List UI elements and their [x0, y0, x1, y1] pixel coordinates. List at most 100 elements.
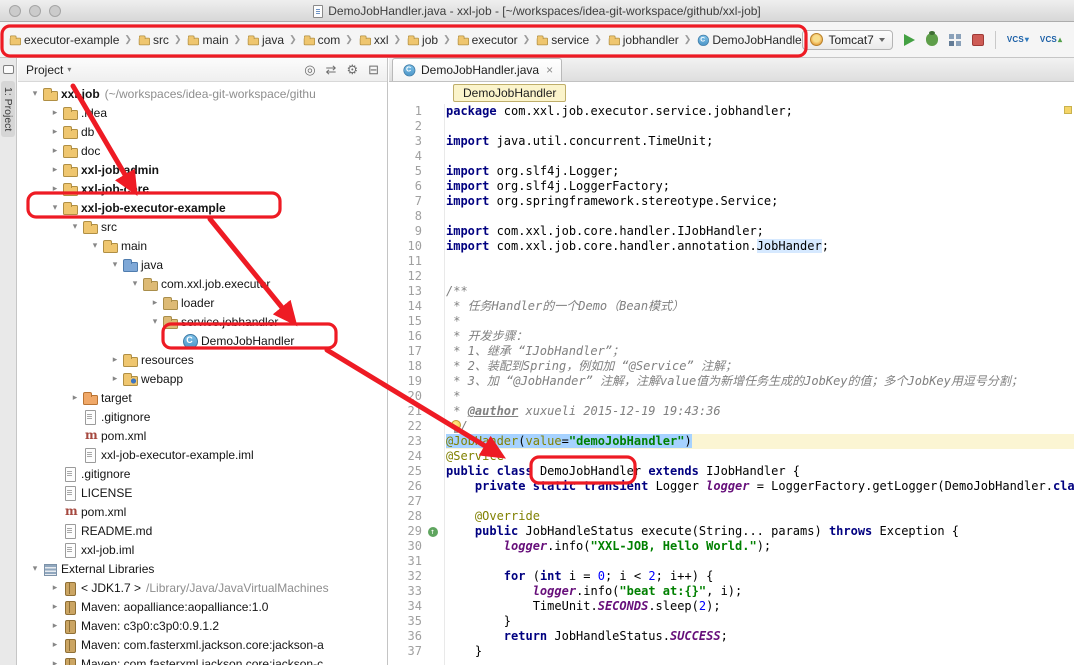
tree-expand-arrow-icon[interactable]: ▸	[48, 620, 62, 631]
tree-item[interactable]: README.md	[18, 521, 387, 540]
code-line[interactable]: import org.springframework.stereotype.Se…	[446, 194, 1074, 209]
tree-item[interactable]: .gitignore	[18, 464, 387, 483]
code-line[interactable]: @Service	[446, 449, 1074, 464]
scroll-from-source-icon[interactable]: ◎	[304, 62, 315, 78]
breadcrumb-item[interactable]: xxl	[356, 31, 391, 49]
tree-item[interactable]: pom.xml	[18, 502, 387, 521]
breadcrumb-item[interactable]: DemoJobHandler	[694, 31, 802, 49]
tree-item[interactable]: .gitignore	[18, 407, 387, 426]
code-line[interactable]	[446, 269, 1074, 284]
tree-item[interactable]: ▸resources	[18, 350, 387, 369]
tree-item[interactable]: DemoJobHandler	[18, 331, 387, 350]
tree-expand-arrow-icon[interactable]: ▸	[48, 582, 62, 593]
tree-item[interactable]: ▾com.xxl.job.executor	[18, 274, 387, 293]
tree-expand-arrow-icon[interactable]: ▾	[108, 259, 122, 270]
hide-panel-icon[interactable]: ⊟	[368, 62, 379, 78]
vcs-commit-button[interactable]: VCS▴	[1040, 35, 1062, 44]
code-line[interactable]: package com.xxl.job.executor.service.job…	[446, 104, 1074, 119]
tree-expand-arrow-icon[interactable]: ▸	[148, 297, 162, 308]
code-line[interactable]	[446, 149, 1074, 164]
breadcrumb-item[interactable]: job	[404, 31, 440, 49]
tree-expand-arrow-icon[interactable]: ▾	[128, 278, 142, 289]
tree-expand-arrow-icon[interactable]: ▾	[88, 240, 102, 251]
vcs-update-button[interactable]: VCS▾	[1007, 35, 1029, 44]
settings-gear-icon[interactable]: ⚙	[346, 62, 358, 78]
code-line[interactable]: import com.xxl.job.core.handler.IJobHand…	[446, 224, 1074, 239]
stop-button[interactable]	[972, 34, 984, 46]
tree-expand-arrow-icon[interactable]: ▸	[48, 164, 62, 175]
code-line[interactable]: return JobHandleStatus.SUCCESS;	[446, 629, 1074, 644]
tree-expand-arrow-icon[interactable]: ▸	[48, 107, 62, 118]
tree-expand-arrow-icon[interactable]: ▸	[48, 658, 62, 665]
coverage-button[interactable]	[949, 34, 954, 39]
tree-expand-arrow-icon[interactable]: ▸	[108, 373, 122, 384]
debug-button[interactable]	[926, 33, 938, 46]
breadcrumb-item[interactable]: executor	[454, 31, 520, 49]
intention-bulb-icon[interactable]	[451, 420, 461, 430]
tree-item[interactable]: ▾service.jobhandler	[18, 312, 387, 331]
tree-expand-arrow-icon[interactable]: ▸	[48, 639, 62, 650]
breadcrumb-item[interactable]: jobhandler	[605, 31, 681, 49]
code-line[interactable]: @Override	[446, 509, 1074, 524]
tab-demojobhandler-java[interactable]: DemoJobHandler.java ×	[392, 58, 562, 81]
code-line[interactable]: private static transient Logger logger =…	[446, 479, 1074, 494]
code-line[interactable]: /**	[446, 284, 1074, 299]
tree-item[interactable]: ▸doc	[18, 141, 387, 160]
tree-item[interactable]: ▸Maven: c3p0:c3p0:0.9.1.2	[18, 616, 387, 635]
tree-expand-arrow-icon[interactable]: ▸	[68, 392, 82, 403]
tree-expand-arrow-icon[interactable]: ▾	[48, 202, 62, 213]
code-line[interactable]: }	[446, 644, 1074, 659]
tree-item[interactable]: ▸xxl-job-admin	[18, 160, 387, 179]
tree-expand-arrow-icon[interactable]: ▸	[48, 126, 62, 137]
tree-item[interactable]: ▸webapp	[18, 369, 387, 388]
code-line[interactable]	[446, 254, 1074, 269]
breadcrumb-class-chip[interactable]: DemoJobHandler	[453, 84, 566, 102]
tree-item[interactable]: ▾External Libraries	[18, 559, 387, 578]
breadcrumb-item[interactable]: service	[533, 31, 591, 49]
code-line[interactable]	[446, 209, 1074, 224]
code-line[interactable]: logger.info("XXL-JOB, Hello World.");	[446, 539, 1074, 554]
breadcrumb-item[interactable]: src	[135, 31, 171, 49]
tree-item[interactable]: LICENSE	[18, 483, 387, 502]
code-line[interactable]: import java.util.concurrent.TimeUnit;	[446, 134, 1074, 149]
code-line[interactable]: * @author xuxueli 2015-12-19 19:43:36	[446, 404, 1074, 419]
breadcrumb-item[interactable]: java	[244, 31, 286, 49]
tree-item[interactable]: pom.xml	[18, 426, 387, 445]
tree-item[interactable]: ▸db	[18, 122, 387, 141]
tree-item[interactable]: ▾java	[18, 255, 387, 274]
code-line[interactable]: * 开发步骤：	[446, 329, 1074, 344]
close-window-button[interactable]	[9, 5, 21, 17]
code-line[interactable]: * 2、装配到Spring，例如加 “@Service” 注解；	[446, 359, 1074, 374]
tree-item[interactable]: ▸loader	[18, 293, 387, 312]
tree-expand-arrow-icon[interactable]: ▸	[48, 145, 62, 156]
override-marker-icon[interactable]: ↑	[428, 527, 438, 537]
project-view-selector[interactable]: Project ▾	[26, 63, 71, 77]
tree-item[interactable]: ▾main	[18, 236, 387, 255]
switch-view-icon[interactable]: ⇄	[326, 62, 337, 78]
code-line[interactable]: import org.slf4j.Logger;	[446, 164, 1074, 179]
close-tab-icon[interactable]: ×	[546, 63, 553, 77]
tree-expand-arrow-icon[interactable]: ▸	[48, 601, 62, 612]
tree-item[interactable]: ▾xxl-job-executor-example	[18, 198, 387, 217]
tree-item[interactable]: ▾xxl-job(~/workspaces/idea-git-workspace…	[18, 84, 387, 103]
code-line[interactable]: for (int i = 0; i < 2; i++) {	[446, 569, 1074, 584]
run-configuration-select[interactable]: Tomcat7	[802, 30, 892, 50]
code-line[interactable]: * 3、加 “@JobHander” 注解，注解value值为新增任务生成的Jo…	[446, 374, 1074, 389]
code-line[interactable]: * 1、继承 “IJobHandler”；	[446, 344, 1074, 359]
tree-item[interactable]: ▸Maven: com.fasterxml.jackson.core:jacks…	[18, 654, 387, 665]
code-line[interactable]: import org.slf4j.LoggerFactory;	[446, 179, 1074, 194]
breadcrumb-item[interactable]: main	[184, 31, 230, 49]
tree-expand-arrow-icon[interactable]: ▾	[28, 563, 42, 574]
code-line[interactable]: TimeUnit.SECONDS.sleep(2);	[446, 599, 1074, 614]
code-line[interactable]: }	[446, 614, 1074, 629]
code-line[interactable]: *	[446, 389, 1074, 404]
code-line[interactable]	[446, 119, 1074, 134]
tree-item[interactable]: xxl-job-executor-example.iml	[18, 445, 387, 464]
run-button[interactable]	[904, 34, 915, 46]
tree-expand-arrow-icon[interactable]: ▾	[68, 221, 82, 232]
project-tool-window-button[interactable]: 1: Project	[1, 81, 15, 137]
tree-item[interactable]: ▾src	[18, 217, 387, 236]
code-line[interactable]	[446, 494, 1074, 509]
breadcrumb-item[interactable]: executor-example	[6, 31, 121, 49]
code-line[interactable]: logger.info("beat at:{}", i);	[446, 584, 1074, 599]
